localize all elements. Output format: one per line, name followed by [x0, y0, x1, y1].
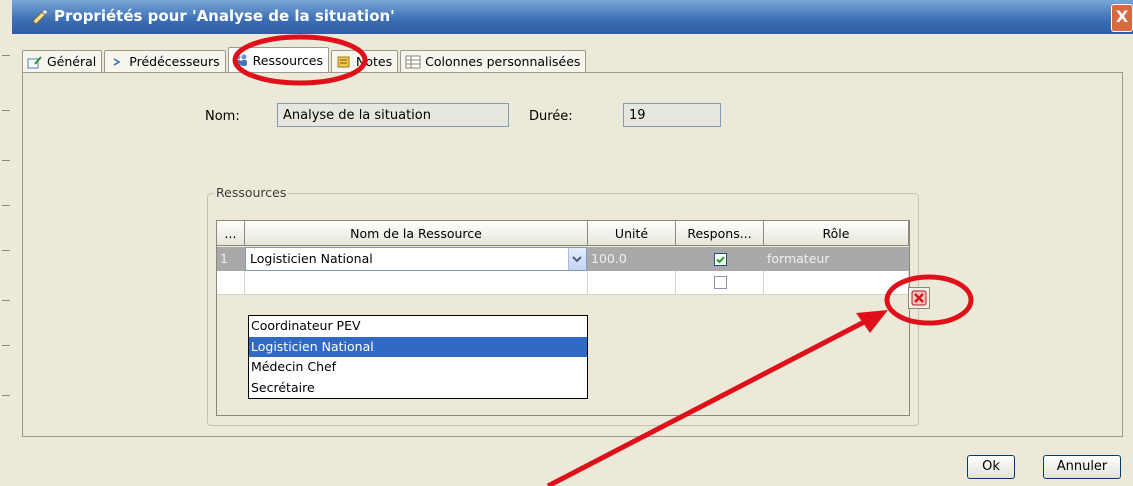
resources-group-title: Ressources — [214, 185, 289, 200]
tab-content: Nom: Analyse de la situation Durée: 19 R… — [22, 72, 1123, 437]
close-button[interactable]: X — [1111, 4, 1133, 32]
people-icon — [233, 53, 249, 67]
resource-name-cell[interactable] — [245, 271, 588, 295]
tab-notes-label: Notes — [355, 54, 393, 69]
edge-tick — [2, 300, 10, 301]
title-bar[interactable]: Propriétés pour 'Analyse de la situation… — [12, 0, 1133, 34]
role-cell[interactable] — [764, 271, 909, 295]
duration-field[interactable]: 19 — [623, 103, 721, 127]
name-label: Nom: — [205, 109, 240, 124]
tab-general-label: Général — [47, 54, 97, 69]
role-cell[interactable]: formateur — [764, 247, 909, 271]
tab-custom-columns-label: Colonnes personnalisées — [425, 54, 581, 69]
properties-icon — [32, 8, 49, 25]
dropdown-option[interactable]: Coordinateur PEV — [249, 316, 587, 337]
column-header-index[interactable]: ... — [217, 221, 245, 246]
edge-tick — [2, 345, 10, 346]
table-row[interactable] — [217, 271, 909, 295]
tab-bar: Général Prédécesseurs Ressources Notes C… — [22, 47, 588, 72]
tab-predecessors[interactable]: Prédécesseurs — [104, 50, 226, 72]
tab-resources[interactable]: Ressources — [227, 47, 329, 72]
edge-tick — [2, 110, 10, 111]
responsible-checkbox-checked[interactable] — [714, 253, 727, 266]
edge-tick — [2, 395, 10, 396]
tab-predecessors-label: Prédécesseurs — [129, 54, 220, 69]
checkmark-icon — [716, 256, 725, 264]
cancel-button[interactable]: Annuler — [1043, 455, 1121, 479]
responsible-checkbox[interactable] — [714, 276, 727, 289]
table-header: ... Nom de la Ressource Unité Respons...… — [217, 221, 909, 247]
resource-name-combobox[interactable]: Logisticien National — [245, 247, 587, 271]
table-icon — [405, 55, 421, 69]
dropdown-option[interactable]: Médecin Chef — [249, 357, 587, 378]
unit-cell[interactable] — [588, 271, 676, 295]
name-field[interactable]: Analyse de la situation — [277, 103, 509, 127]
edge-tick — [2, 205, 10, 206]
unit-cell[interactable]: 100.0 — [588, 247, 676, 271]
edge-tick — [2, 55, 10, 56]
window-title: Propriétés pour 'Analyse de la situation… — [54, 7, 395, 25]
delete-resource-button[interactable] — [908, 287, 930, 309]
dropdown-option-highlighted[interactable]: Logisticien National — [249, 336, 587, 357]
column-header-resource-name[interactable]: Nom de la Ressource — [245, 221, 588, 246]
tab-resources-label: Ressources — [252, 52, 323, 68]
column-header-responsible[interactable]: Respons... — [676, 221, 764, 246]
column-header-role[interactable]: Rôle — [764, 221, 909, 246]
properties-dialog: Général Prédécesseurs Ressources Notes C… — [12, 34, 1133, 486]
arrow-icon — [109, 55, 125, 69]
ok-button[interactable]: Ok — [967, 455, 1015, 479]
tab-general[interactable]: Général — [22, 50, 103, 72]
resource-dropdown-list: Coordinateur PEV Logisticien National Mé… — [248, 315, 588, 399]
edge-tick — [2, 250, 10, 251]
dropdown-option[interactable]: Secrétaire — [249, 378, 587, 399]
row-index-cell — [217, 271, 245, 295]
note-icon — [336, 55, 352, 69]
tab-notes[interactable]: Notes — [330, 50, 399, 72]
tab-custom-columns[interactable]: Colonnes personnalisées — [400, 50, 587, 72]
duration-label: Durée: — [529, 109, 573, 124]
combobox-value: Logisticien National — [250, 251, 373, 266]
column-header-unit[interactable]: Unité — [588, 221, 676, 246]
delete-icon — [911, 290, 927, 306]
chevron-down-icon[interactable] — [568, 248, 586, 270]
table-row[interactable]: 1 100.0 formateur Logisticien National — [217, 247, 909, 271]
edit-icon — [27, 55, 43, 69]
edge-tick — [2, 160, 10, 161]
row-index-cell: 1 — [217, 247, 245, 271]
